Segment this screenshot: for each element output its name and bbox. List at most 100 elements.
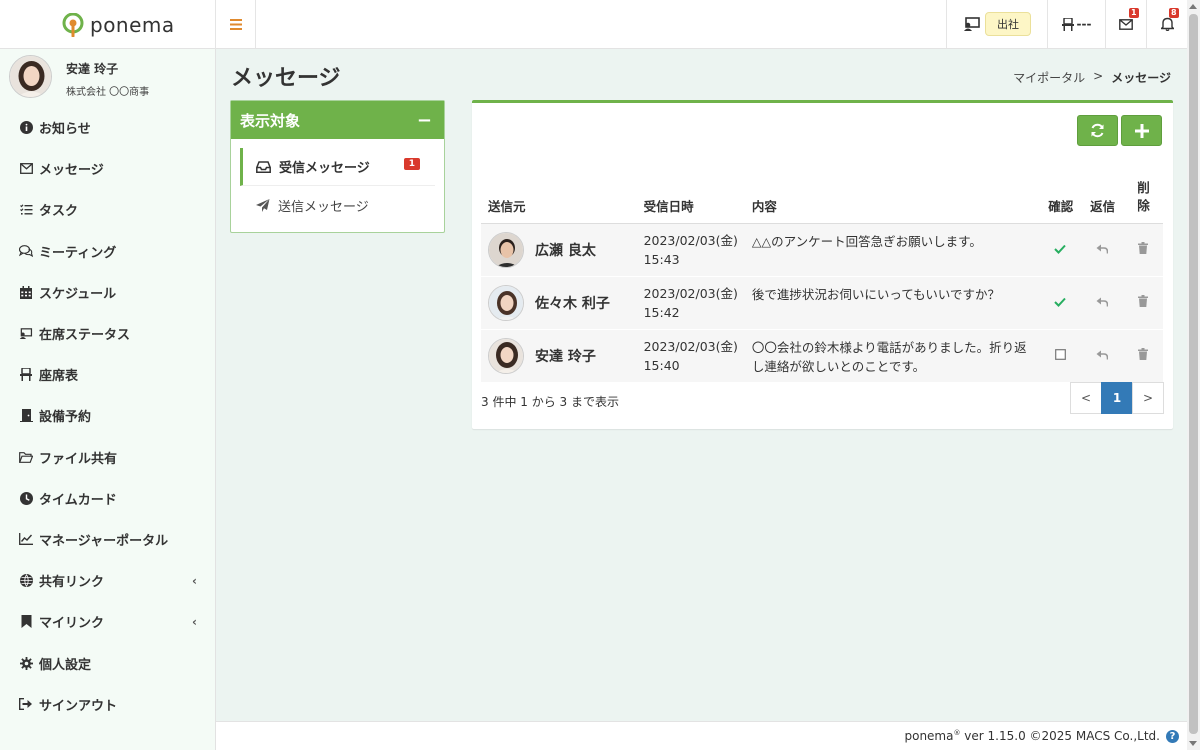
trash-icon[interactable] <box>1138 242 1149 257</box>
inbox-unread-badge: 1 <box>403 158 420 170</box>
chat-icon <box>19 244 33 258</box>
column-header-content[interactable]: 内容 <box>744 175 1040 224</box>
sidebar-item-message[interactable]: メッセージ <box>0 148 215 189</box>
confirmed-check-icon[interactable] <box>1054 242 1066 257</box>
filter-inbox[interactable]: 受信メッセージ 1 <box>240 148 435 186</box>
table-info-text: 3 件中 1 から 3 まで表示 <box>481 395 619 409</box>
attendance-status-badge: 出社 <box>985 12 1031 36</box>
presence-icon <box>19 327 33 341</box>
column-header-confirm[interactable]: 確認 <box>1039 175 1082 224</box>
column-header-sender[interactable]: 送信元 <box>481 175 637 224</box>
attendance-status-button[interactable]: 出社 <box>946 0 1047 48</box>
notification-count-badge: 8 <box>1169 8 1179 18</box>
mail-button[interactable]: 1 <box>1105 0 1146 48</box>
sender-avatar <box>488 231 524 268</box>
received-time: 15:40 <box>643 357 680 373</box>
sidebar-item-timecard[interactable]: タイムカード <box>0 478 215 519</box>
refresh-button[interactable] <box>1077 115 1118 146</box>
trash-icon[interactable] <box>1138 295 1149 310</box>
pagination: < 1 > <box>1070 382 1164 414</box>
scrollbar-thumb[interactable] <box>1189 14 1198 734</box>
sidebar-item-facility[interactable]: 設備予約 <box>0 395 215 436</box>
sidebar-item-manager-portal[interactable]: マネージャーポータル <box>0 519 215 560</box>
sidebar-item-task[interactable]: タスク <box>0 189 215 230</box>
table-row[interactable]: 安達 玲子 2023/02/03(金) 15:40 〇〇会社の鈴木様より電話があ… <box>481 328 1163 382</box>
sidebar-item-settings[interactable]: 個人設定 <box>0 642 215 683</box>
received-time: 15:42 <box>643 304 680 320</box>
message-list-panel: 送信元 受信日時 内容 確認 返信 削 除 広瀬 良太 2023/02/03(金… <box>472 100 1173 429</box>
notification-button[interactable]: 8 <box>1146 0 1187 48</box>
sidebar-item-file-share[interactable]: ファイル共有 <box>0 437 215 478</box>
sender-avatar <box>488 284 524 321</box>
user-avatar <box>9 55 52 98</box>
refresh-icon <box>1091 123 1104 138</box>
new-message-button[interactable] <box>1121 115 1162 146</box>
page-scrollbar[interactable] <box>1187 0 1200 750</box>
sidebar-item-label: 共有リンク <box>39 575 105 591</box>
trash-icon[interactable] <box>1138 348 1149 363</box>
sidebar-menu: お知らせ メッセージ タスク ミーティング スケジュール 在席ステータス 座席表… <box>0 107 215 725</box>
display-target-panel: 表示対象 − 受信メッセージ 1 送信メッセージ <box>230 100 445 233</box>
collapse-button[interactable]: − <box>417 110 432 131</box>
sidebar-item-seating[interactable]: 座席表 <box>0 354 215 395</box>
inbox-icon <box>256 160 271 173</box>
scroll-down-arrow-icon[interactable] <box>1189 741 1197 746</box>
sidebar-item-presence[interactable]: 在席ステータス <box>0 313 215 354</box>
breadcrumb-current: メッセージ <box>1111 71 1171 85</box>
sidebar-item-signout[interactable]: サインアウト <box>0 684 215 725</box>
sidebar-item-label: サインアウト <box>39 698 118 714</box>
sidebar-item-my-links[interactable]: マイリンク ‹ <box>0 601 215 642</box>
confirmed-check-icon[interactable] <box>1054 295 1066 310</box>
column-header-delete[interactable]: 削 除 <box>1123 175 1163 224</box>
message-content[interactable]: △△のアンケート回答急ぎお願いします。 <box>744 222 1040 276</box>
pagination-page-1[interactable]: 1 <box>1101 382 1133 414</box>
breadcrumb-separator: > <box>1093 69 1104 83</box>
message-content[interactable]: 後で進捗状況お伺いにいってもいいですか？ <box>744 275 1040 329</box>
sender-name: 佐々木 利子 <box>535 295 610 312</box>
brand-logo-link[interactable]: ponema <box>0 0 216 49</box>
sender-name: 安達 玲子 <box>535 348 596 365</box>
page-title: メッセージ <box>231 66 341 91</box>
breadcrumb-home-link[interactable]: マイポータル <box>1013 69 1085 86</box>
sidebar-item-label: タスク <box>39 204 79 220</box>
pagination-prev-button[interactable]: < <box>1070 382 1102 414</box>
pagination-next-button[interactable]: > <box>1132 382 1164 414</box>
help-icon[interactable]: ? <box>1166 729 1179 743</box>
scroll-up-arrow-icon[interactable] <box>1189 4 1197 9</box>
column-header-received[interactable]: 受信日時 <box>636 175 745 224</box>
sidebar-item-schedule[interactable]: スケジュール <box>0 272 215 313</box>
sender-avatar <box>488 337 524 374</box>
reply-icon[interactable] <box>1096 295 1109 310</box>
reply-icon[interactable] <box>1096 348 1109 363</box>
table-row[interactable]: 佐々木 利子 2023/02/03(金) 15:42 後で進捗状況お伺いにいって… <box>481 275 1163 329</box>
unconfirmed-checkbox[interactable] <box>1054 348 1066 363</box>
sidebar: 安達 玲子 株式会社 〇〇商事 お知らせ メッセージ タスク ミーティング スケ… <box>0 49 216 750</box>
sidebar-item-meeting[interactable]: ミーティング <box>0 231 215 272</box>
seat-icon <box>1061 17 1074 31</box>
sidebar-item-label: タイムカード <box>39 492 117 508</box>
sidebar-item-label: 座席表 <box>39 369 79 385</box>
column-header-reply[interactable]: 返信 <box>1081 175 1124 224</box>
footer-brand: ponema <box>904 729 954 743</box>
signout-icon <box>19 697 33 711</box>
sidebar-item-label: お知らせ <box>39 122 91 138</box>
seat-status-button[interactable]: --- <box>1047 0 1105 48</box>
message-content[interactable]: 〇〇会社の鈴木様より電話がありました。折り返し連絡が欲しいとのことです。 <box>744 328 1040 382</box>
table-row[interactable]: 広瀬 良太 2023/02/03(金) 15:43 △△のアンケート回答急ぎお願… <box>481 222 1163 276</box>
top-navbar: ponema 出社 --- 1 8 <box>0 0 1187 49</box>
reply-icon[interactable] <box>1096 242 1109 257</box>
gear-icon <box>19 656 33 670</box>
filter-sent-label: 送信メッセージ <box>278 199 369 215</box>
display-target-header: 表示対象 − <box>231 101 444 139</box>
display-target-title: 表示対象 <box>240 111 301 130</box>
sidebar-item-label: ファイル共有 <box>39 451 118 467</box>
footer-copyright: ponema® ver 1.15.0 ©2025 MACS Co.,Ltd. <box>904 729 1160 743</box>
sidebar-item-shared-links[interactable]: 共有リンク ‹ <box>0 560 215 601</box>
sidebar-item-label: メッセージ <box>39 163 104 179</box>
ponema-logo-icon <box>62 12 84 37</box>
footer-version: ver 1.15.0 ©2025 MACS Co.,Ltd. <box>960 729 1160 743</box>
filter-sent[interactable]: 送信メッセージ <box>240 186 435 224</box>
sidebar-toggle-button[interactable] <box>216 0 256 48</box>
door-icon <box>19 409 33 423</box>
sidebar-item-notice[interactable]: お知らせ <box>0 107 215 148</box>
